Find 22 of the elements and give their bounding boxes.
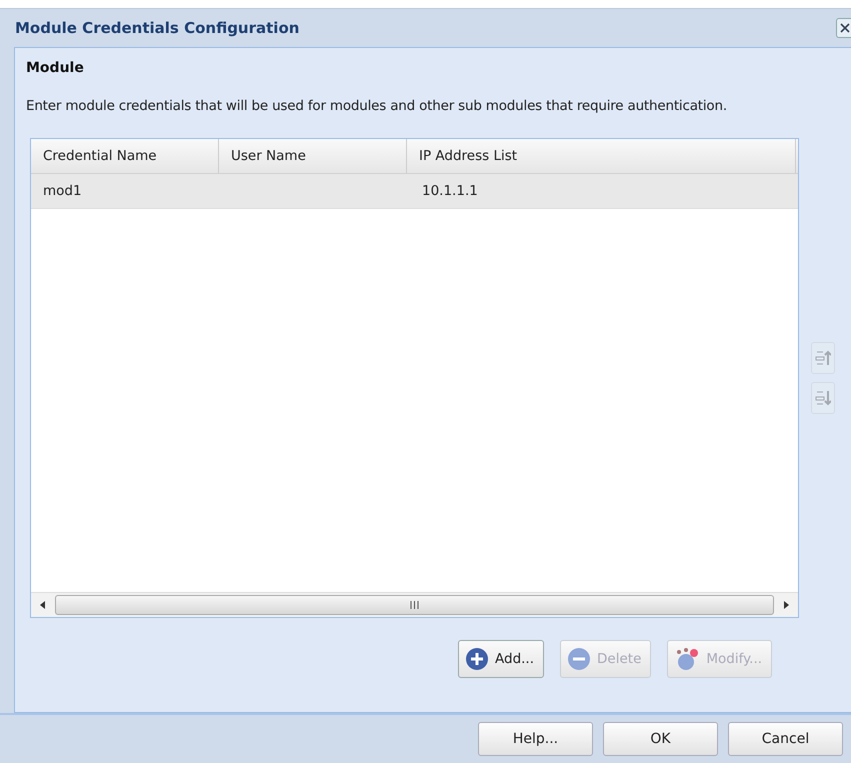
move-down-icon (815, 389, 831, 407)
table-row[interactable]: mod1 10.1.1.1 (31, 174, 798, 209)
add-button[interactable]: Add... (458, 640, 544, 678)
horizontal-scrollbar[interactable] (31, 592, 798, 617)
section-title: Module (26, 60, 85, 76)
column-header[interactable]: IP Address List (407, 139, 796, 173)
scrollbar-thumb[interactable] (55, 595, 774, 615)
close-icon[interactable] (836, 18, 851, 38)
minus-icon (567, 647, 592, 671)
grip-icon (410, 601, 419, 609)
plus-icon (465, 647, 489, 671)
circles-icon (674, 647, 700, 671)
table-cell: 10.1.1.1 (422, 183, 478, 199)
window-title: Module Credentials Configuration (15, 19, 300, 37)
column-header[interactable]: Credential Name (31, 139, 219, 173)
table-cell: mod1 (43, 183, 82, 199)
footer-button[interactable]: Help... (478, 722, 593, 756)
column-header[interactable]: User Name (219, 139, 407, 173)
footer-button[interactable]: OK (603, 722, 718, 756)
footer-button[interactable]: Cancel (728, 722, 843, 756)
move-up-icon (815, 349, 831, 367)
description-text: Enter module credentials that will be used for modules and other sub modules that require authentication. (26, 98, 728, 114)
